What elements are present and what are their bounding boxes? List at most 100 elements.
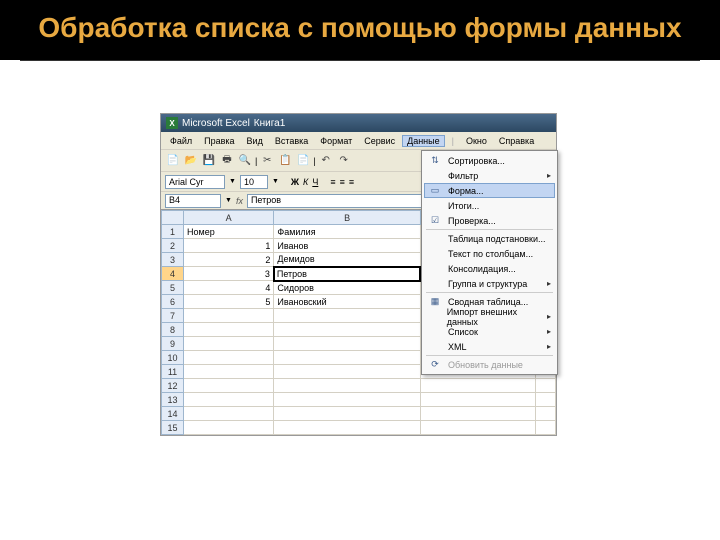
cell[interactable]	[274, 379, 421, 393]
row-header[interactable]: 14	[162, 407, 184, 421]
menu-list[interactable]: Список▸	[424, 324, 555, 339]
cell[interactable]	[536, 379, 556, 393]
open-icon[interactable]: 📂	[183, 153, 199, 169]
size-select[interactable]: 10	[240, 175, 268, 189]
menu-validation[interactable]: ☑Проверка...	[424, 213, 555, 228]
cut-icon[interactable]: ✂	[259, 153, 275, 169]
align-center-icon[interactable]: ≡	[340, 177, 345, 187]
menu-group[interactable]: Группа и структура▸	[424, 276, 555, 291]
underline-button[interactable]: Ч	[312, 177, 318, 187]
cell[interactable]: 5	[184, 295, 274, 309]
cell[interactable]	[274, 337, 421, 351]
row-header[interactable]: 9	[162, 337, 184, 351]
menu-help[interactable]: Справка	[494, 135, 539, 147]
menu-filter[interactable]: Фильтр▸	[424, 168, 555, 183]
new-icon[interactable]: 📄	[165, 153, 181, 169]
cell[interactable]	[420, 379, 535, 393]
namebox-dropdown-icon[interactable]: ▼	[225, 197, 232, 204]
active-cell[interactable]: Петров	[274, 267, 421, 281]
row-header[interactable]: 4	[162, 267, 184, 281]
col-header-a[interactable]: A	[184, 211, 274, 225]
cell[interactable]: Фамилия	[274, 225, 421, 239]
align-left-icon[interactable]: ≡	[330, 177, 335, 187]
cell[interactable]	[184, 407, 274, 421]
row-header[interactable]: 11	[162, 365, 184, 379]
cell[interactable]	[274, 365, 421, 379]
cell[interactable]: Иванов	[274, 239, 421, 253]
cell[interactable]	[274, 407, 421, 421]
row-header[interactable]: 6	[162, 295, 184, 309]
preview-icon[interactable]: 🔍	[237, 153, 253, 169]
name-box[interactable]: B4	[165, 194, 221, 208]
row-header[interactable]: 13	[162, 393, 184, 407]
cell[interactable]	[184, 379, 274, 393]
row-header[interactable]: 8	[162, 323, 184, 337]
menu-tools[interactable]: Сервис	[359, 135, 400, 147]
menu-subtotals[interactable]: Итоги...	[424, 198, 555, 213]
row-header[interactable]: 7	[162, 309, 184, 323]
cell[interactable]	[184, 365, 274, 379]
menu-view[interactable]: Вид	[242, 135, 268, 147]
row-header[interactable]: 15	[162, 421, 184, 435]
cell[interactable]	[420, 421, 535, 435]
cell[interactable]	[184, 351, 274, 365]
cell[interactable]	[184, 421, 274, 435]
menu-xml[interactable]: XML▸	[424, 339, 555, 354]
cell[interactable]: 4	[184, 281, 274, 295]
cell[interactable]: 1	[184, 239, 274, 253]
cell[interactable]	[274, 323, 421, 337]
italic-button[interactable]: К	[303, 177, 308, 187]
cell[interactable]: Сидоров	[274, 281, 421, 295]
cell[interactable]	[274, 393, 421, 407]
row-header[interactable]: 1	[162, 225, 184, 239]
menu-insert[interactable]: Вставка	[270, 135, 313, 147]
redo-icon[interactable]: ↷	[336, 153, 352, 169]
size-dropdown-icon[interactable]: ▼	[272, 178, 279, 185]
menu-file[interactable]: Файл	[165, 135, 197, 147]
cell[interactable]	[536, 393, 556, 407]
row-header[interactable]: 5	[162, 281, 184, 295]
align-right-icon[interactable]: ≡	[349, 177, 354, 187]
copy-icon[interactable]: 📋	[277, 153, 293, 169]
menu-format[interactable]: Формат	[315, 135, 357, 147]
cell[interactable]	[184, 337, 274, 351]
menu-form[interactable]: ▭Форма...	[424, 183, 555, 198]
bold-button[interactable]: Ж	[291, 177, 299, 187]
row-header[interactable]: 3	[162, 253, 184, 267]
paste-icon[interactable]: 📄	[295, 153, 311, 169]
cell[interactable]	[184, 309, 274, 323]
cell[interactable]: Демидов	[274, 253, 421, 267]
font-dropdown-icon[interactable]: ▼	[229, 178, 236, 185]
undo-icon[interactable]: ↶	[318, 153, 334, 169]
menu-table[interactable]: Таблица подстановки...	[424, 231, 555, 246]
menu-consolidate[interactable]: Консолидация...	[424, 261, 555, 276]
row-header[interactable]: 12	[162, 379, 184, 393]
cell[interactable]	[184, 323, 274, 337]
cell[interactable]	[184, 393, 274, 407]
menu-edit[interactable]: Правка	[199, 135, 239, 147]
cell[interactable]	[536, 421, 556, 435]
cell[interactable]	[274, 351, 421, 365]
save-icon[interactable]: 💾	[201, 153, 217, 169]
row-header[interactable]: 2	[162, 239, 184, 253]
fx-icon[interactable]: fx	[236, 196, 243, 206]
cell[interactable]: Номер	[184, 225, 274, 239]
cell[interactable]	[536, 407, 556, 421]
col-header-b[interactable]: B	[274, 211, 421, 225]
menu-sort[interactable]: ⇅Сортировка...	[424, 153, 555, 168]
menu-import[interactable]: Импорт внешних данных▸	[424, 309, 555, 324]
menu-text-columns[interactable]: Текст по столбцам...	[424, 246, 555, 261]
cell[interactable]	[274, 421, 421, 435]
menu-data[interactable]: Данные	[402, 135, 445, 147]
select-all-cell[interactable]	[162, 211, 184, 225]
row-header[interactable]: 10	[162, 351, 184, 365]
cell[interactable]	[420, 393, 535, 407]
cell[interactable]	[420, 407, 535, 421]
menu-window[interactable]: Окно	[461, 135, 492, 147]
cell[interactable]: Ивановский	[274, 295, 421, 309]
font-select[interactable]: Arial Cyr	[165, 175, 225, 189]
cell[interactable]: 2	[184, 253, 274, 267]
print-icon[interactable]: 🖶	[219, 153, 235, 169]
cell[interactable]	[274, 309, 421, 323]
cell[interactable]: 3	[184, 267, 274, 281]
